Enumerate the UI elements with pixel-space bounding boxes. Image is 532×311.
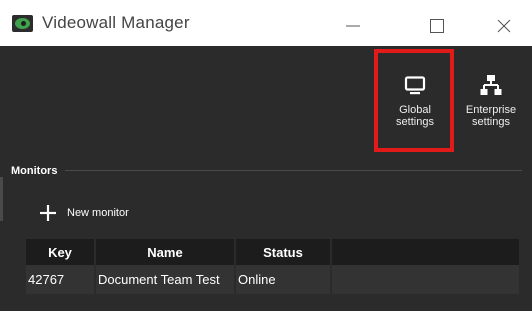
cell-empty xyxy=(331,265,519,294)
window-title: Videowall Manager xyxy=(42,13,190,32)
minimize-icon xyxy=(346,25,360,27)
left-accent xyxy=(0,177,3,221)
table-row[interactable]: 42767 Document Team Test Online xyxy=(26,265,519,294)
plus-icon xyxy=(36,201,60,225)
enterprise-settings-button[interactable]: Enterprise settings xyxy=(458,68,524,132)
section-divider xyxy=(65,170,522,171)
close-button[interactable] xyxy=(481,6,527,46)
cell-status: Online xyxy=(235,265,332,294)
maximize-icon xyxy=(430,19,444,33)
cell-key: 42767 xyxy=(26,265,96,294)
app-eye-icon xyxy=(12,15,33,32)
monitors-table: Key Name Status 42767 Document Team Test… xyxy=(26,239,519,294)
close-icon xyxy=(497,19,511,33)
column-header-name[interactable]: Name xyxy=(95,239,236,265)
cell-name: Document Team Test xyxy=(95,265,236,294)
annotation-highlight xyxy=(374,49,454,152)
title-bar: Videowall Manager xyxy=(0,0,532,46)
new-monitor-button[interactable]: New monitor xyxy=(36,201,129,225)
maximize-button[interactable] xyxy=(414,6,460,46)
minimize-button[interactable] xyxy=(330,6,376,46)
monitors-section-title: Monitors xyxy=(11,165,58,177)
table-header-row: Key Name Status xyxy=(26,239,519,265)
main-panel: Global settings Enterprise settings Monito… xyxy=(0,46,532,311)
column-header-key[interactable]: Key xyxy=(26,239,96,265)
new-monitor-label: New monitor xyxy=(67,207,129,219)
column-header-status[interactable]: Status xyxy=(235,239,332,265)
enterprise-settings-label-2: settings xyxy=(472,116,510,128)
enterprise-settings-label-1: Enterprise xyxy=(465,104,517,116)
column-header-empty xyxy=(331,239,519,265)
network-icon xyxy=(480,75,502,95)
